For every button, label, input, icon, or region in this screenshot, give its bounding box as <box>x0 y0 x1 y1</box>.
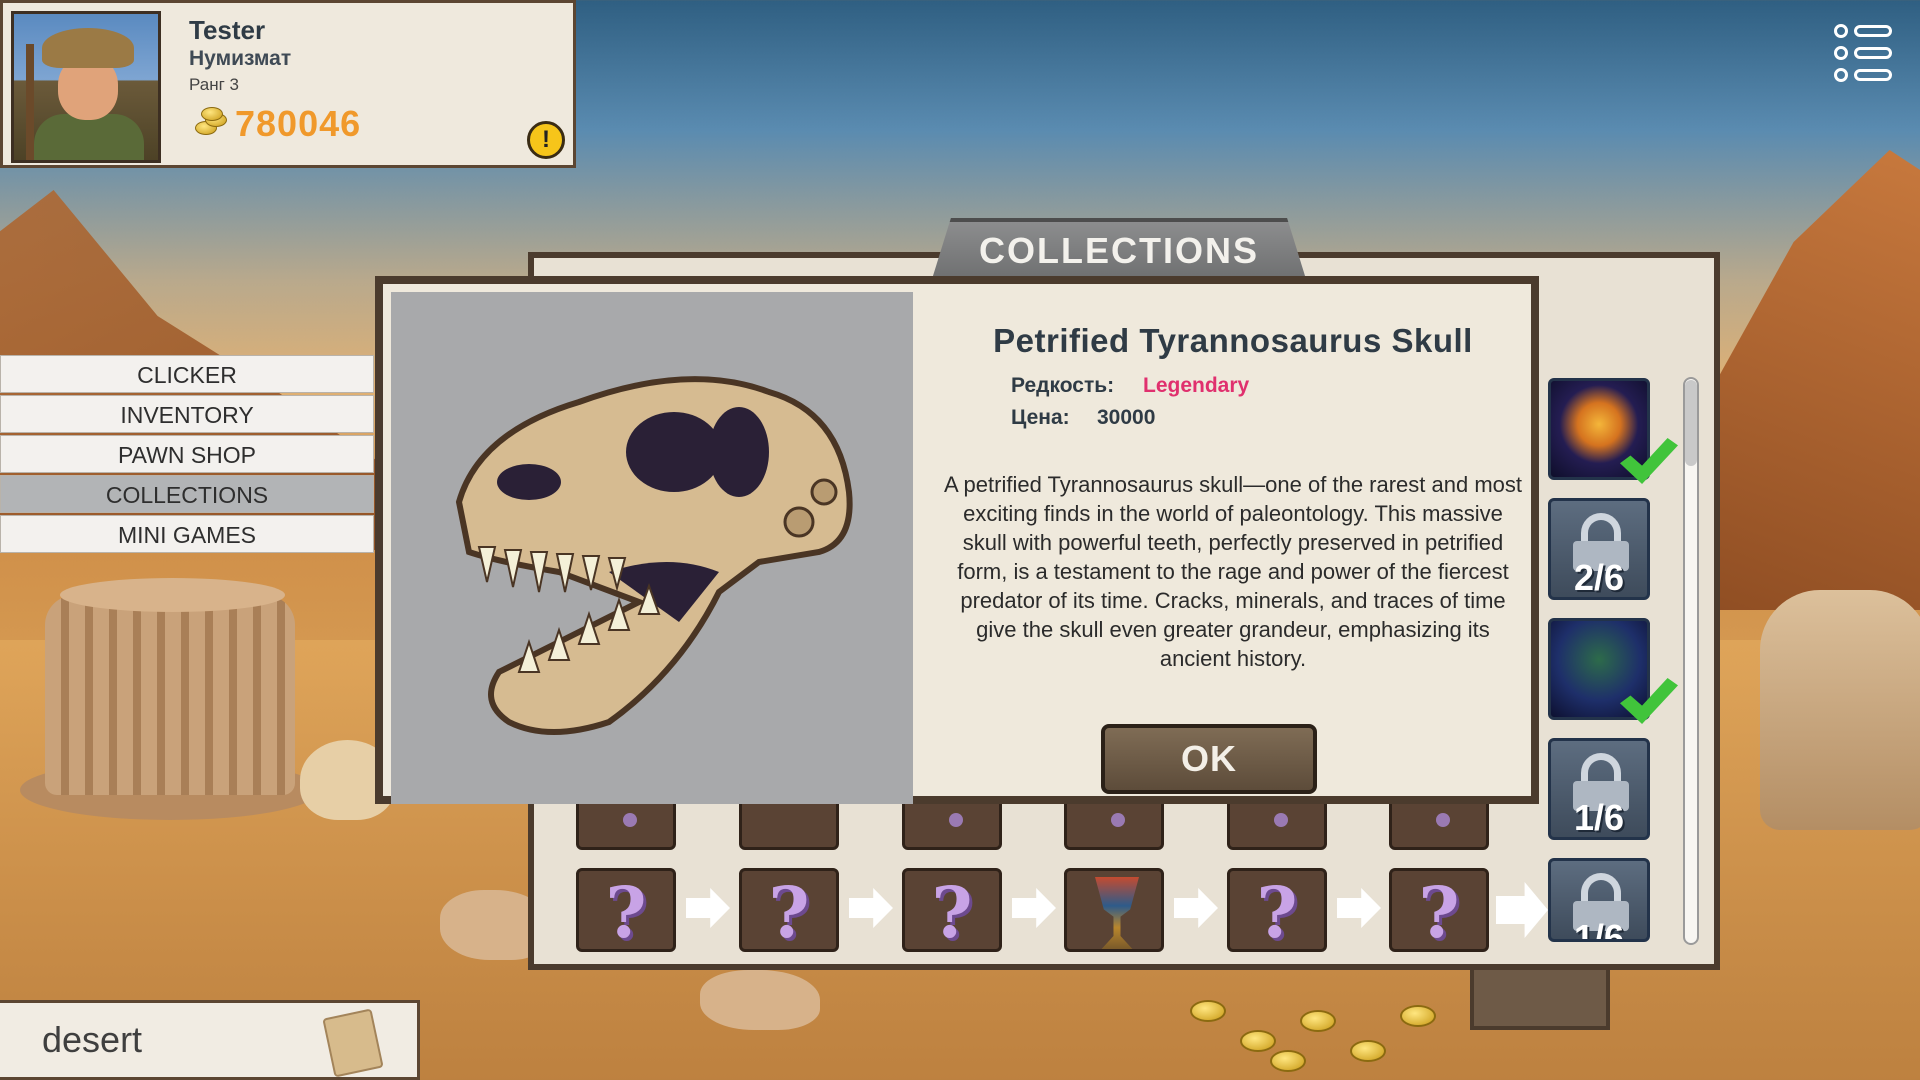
price-value: 30000 <box>1097 406 1156 429</box>
coin-balance: 780046 <box>235 103 362 144</box>
background-coin <box>1190 1000 1226 1022</box>
arrow-right-icon <box>1337 888 1381 928</box>
arrow-right-icon <box>1012 888 1056 928</box>
background-coin <box>1400 1005 1436 1027</box>
item-description: A petrified Tyrannosaurus skull—one of t… <box>943 472 1522 671</box>
location-name: desert <box>42 1019 143 1060</box>
avatar-hat <box>42 28 134 68</box>
arrow-right-icon <box>849 888 893 928</box>
arrow-right-icon <box>1496 882 1548 938</box>
reward-progress: 1/6 <box>1573 797 1625 838</box>
side-navigation: CLICKER INVENTORY PAWN SHOP COLLECTIONS … <box>0 355 374 555</box>
item-detail-popup: Petrified Tyrannosaurus Skull Редкость: … <box>375 276 1539 804</box>
rarity-value: Legendary <box>1143 374 1250 397</box>
player-avatar[interactable] <box>11 11 161 163</box>
background-coin <box>1240 1030 1276 1052</box>
background-rock <box>700 970 820 1030</box>
reward-locked[interactable]: 1/6 <box>1548 858 1650 942</box>
background-statue <box>1760 590 1920 830</box>
player-title: Нумизмат <box>189 47 292 70</box>
player-rank: Ранг 3 <box>189 75 239 94</box>
nav-inventory[interactable]: INVENTORY <box>0 395 374 433</box>
collection-slot-chalice[interactable] <box>1064 868 1164 952</box>
background-coin <box>1270 1050 1306 1072</box>
arrow-right-icon <box>1174 888 1218 928</box>
chalice-icon <box>1095 877 1139 949</box>
location-panel[interactable]: desert <box>0 1000 420 1080</box>
arrow-right-icon <box>686 888 730 928</box>
reward-locked[interactable]: 2/6 <box>1548 498 1650 600</box>
t-rex-skull-icon <box>455 376 853 735</box>
map-scroll-icon[interactable] <box>322 1008 384 1078</box>
nav-clicker[interactable]: CLICKER <box>0 355 374 393</box>
reward-locked[interactable]: 1/6 <box>1548 738 1650 840</box>
alert-icon[interactable]: ! <box>527 121 565 159</box>
player-name: Tester <box>189 15 266 45</box>
collection-slot-unknown[interactable]: ? <box>1389 868 1489 954</box>
avatar-body <box>34 114 144 160</box>
nav-mini-games[interactable]: MINI GAMES <box>0 515 374 553</box>
rarity-label: Редкость: <box>1011 374 1115 397</box>
price-label: Цена: <box>1011 406 1070 429</box>
background-column-top <box>60 578 285 612</box>
item-name: Petrified Tyrannosaurus Skull <box>993 322 1473 359</box>
ok-button[interactable]: OK <box>1101 724 1317 794</box>
background-coin <box>1300 1010 1336 1032</box>
reward-progress: 1/6 <box>1573 917 1625 942</box>
background-column-ruin <box>45 595 295 795</box>
collection-slot-unknown[interactable]: ? <box>576 868 676 954</box>
main-menu-icon[interactable] <box>1834 24 1892 82</box>
collection-slot-unknown[interactable]: ? <box>739 868 839 954</box>
avatar-shovel <box>26 44 34 160</box>
collection-slot-unknown[interactable]: ? <box>1227 868 1327 954</box>
item-image-panel <box>391 292 913 804</box>
player-profile-panel: Tester Нумизмат Ранг 3 780046 ! <box>0 0 576 168</box>
collections-scrollbar-thumb[interactable] <box>1685 380 1697 466</box>
background-coin <box>1350 1040 1386 1062</box>
coins-icon <box>193 107 229 137</box>
nav-collections[interactable]: COLLECTIONS <box>0 475 374 513</box>
reward-progress: 2/6 <box>1573 557 1625 598</box>
collections-title: COLLECTIONS <box>979 230 1259 271</box>
collection-slot-unknown[interactable]: ? <box>902 868 1002 954</box>
nav-pawn-shop[interactable]: PAWN SHOP <box>0 435 374 473</box>
